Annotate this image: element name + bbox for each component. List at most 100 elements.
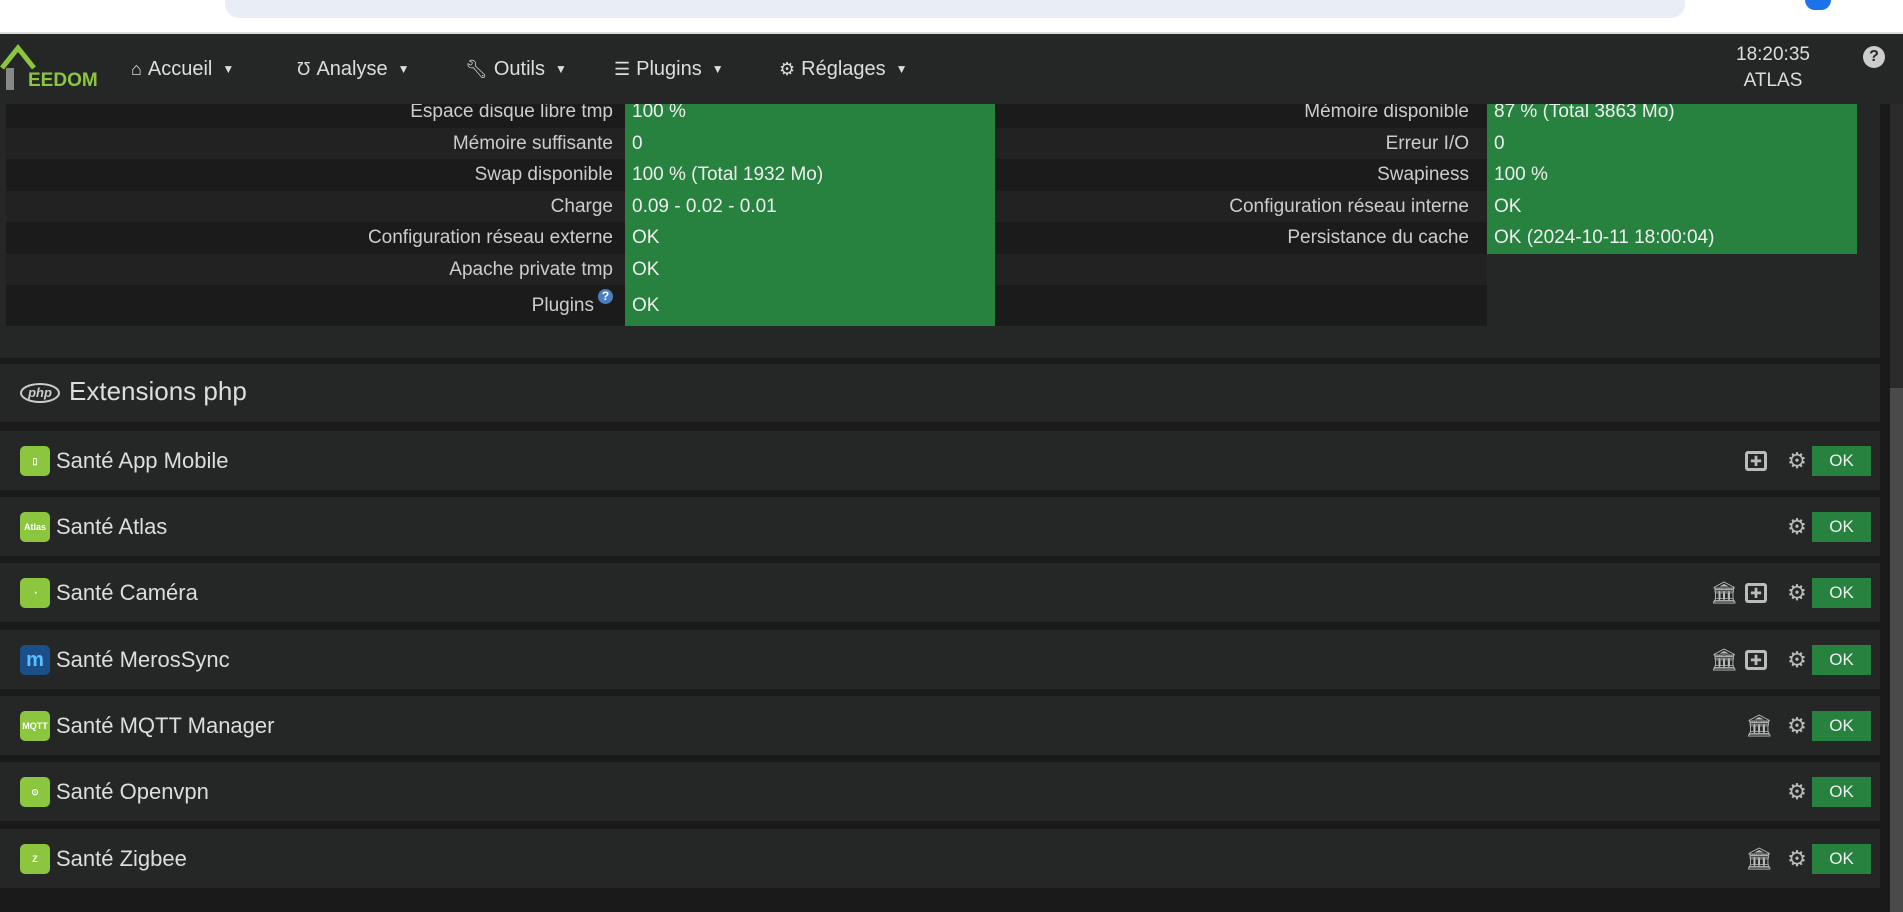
plugin-name: Santé Openvpn	[56, 779, 209, 804]
php-icon: php	[20, 383, 60, 403]
medkit-icon[interactable]: ✚	[1745, 451, 1767, 471]
caret-down-icon: ▼	[222, 62, 235, 76]
status-badge: OK	[1812, 844, 1871, 874]
health-row: Apache private tmp OK	[6, 253, 1487, 285]
tasks-icon: ☰	[614, 58, 631, 79]
medkit-icon[interactable]: ✚	[1745, 650, 1767, 670]
plugin-icon: Z	[20, 844, 50, 874]
bank-icon[interactable]: 🏛︎	[1745, 846, 1773, 872]
health-row: Plugins? OK	[6, 285, 1487, 326]
plugin-icon: MQTT	[20, 711, 50, 741]
health-value: OK	[625, 253, 995, 285]
hostname: ATLAS	[1743, 70, 1803, 91]
health-value: 0.09 - 0.02 - 0.01	[625, 190, 995, 222]
menu-label: Accueil	[147, 57, 213, 80]
plugin-row: Atlas Santé Atlas ⚙ OK	[0, 497, 1880, 556]
scrollbar-thumb[interactable]	[1890, 388, 1903, 912]
wrench-icon: 🔧︎	[465, 58, 488, 79]
caret-down-icon: ▼	[895, 62, 908, 76]
bank-icon[interactable]: 🏛︎	[1745, 713, 1773, 739]
menu-label: Outils	[493, 57, 545, 80]
menu-reglages[interactable]: ⚙ Réglages ▼	[779, 34, 908, 104]
status-badge: OK	[1812, 446, 1871, 476]
menu-accueil[interactable]: ⌂ Accueil ▼	[131, 34, 234, 104]
menu-label: Analyse	[316, 57, 388, 80]
health-row: Swapiness 100 %	[995, 159, 1857, 191]
home-icon: ⌂	[131, 58, 142, 79]
status-badge: OK	[1812, 711, 1871, 741]
health-value: 100 % (Total 1932 Mo)	[625, 159, 995, 191]
plugin-icon: ⊙	[20, 777, 50, 807]
plugin-name: Santé MerosSync	[56, 647, 230, 672]
health-label: Persistance du cache	[1287, 227, 1469, 248]
health-label: Erreur I/O	[1385, 132, 1469, 154]
plugin-name: Santé MQTT Manager	[56, 713, 275, 738]
health-label: Plugins?	[6, 285, 613, 326]
plugin-row: ◔ Santé Caméra ⚙ ✚ 🏛︎ OK	[0, 563, 1880, 622]
caret-down-icon: ▼	[397, 62, 410, 76]
gears-icon[interactable]: ⚙	[1784, 514, 1810, 540]
health-value: OK	[625, 285, 995, 326]
top-navbar: EEDOM ⌂ Accueil ▼ Ʊ Analyse ▼ 🔧︎ Outils ▼ ☰ Plu…	[0, 34, 1903, 104]
plugin-name: Santé Zigbee	[56, 846, 187, 871]
health-label: Configuration réseau interne	[1229, 195, 1469, 217]
health-value: OK (2024-10-11 18:00:04)	[1487, 222, 1857, 254]
plugin-icon: Atlas	[20, 512, 50, 542]
jeedom-logo[interactable]: EEDOM	[0, 42, 100, 94]
plugin-row: MQTT Santé MQTT Manager ⚙ 🏛︎ OK	[0, 696, 1880, 755]
health-value: OK	[625, 222, 995, 254]
health-row: Erreur I/O 0	[995, 127, 1857, 159]
plugin-icon: ▯	[20, 446, 50, 476]
bank-icon[interactable]: 🏛︎	[1710, 647, 1738, 673]
menu-analyse[interactable]: Ʊ Analyse ▼	[297, 34, 410, 104]
gears-icon[interactable]: ⚙	[1784, 779, 1810, 805]
health-label: Mémoire suffisante	[452, 132, 613, 154]
profile-avatar[interactable]	[1805, 0, 1831, 10]
menu-outils[interactable]: 🔧︎ Outils ▼	[465, 34, 567, 104]
caret-down-icon: ▼	[711, 62, 724, 76]
question-circle-icon[interactable]: ?	[598, 289, 613, 304]
status-badge: OK	[1812, 578, 1871, 608]
gears-icon[interactable]: ⚙	[1784, 580, 1810, 606]
clock: 18:20:35 ATLAS	[1720, 42, 1826, 94]
health-label: Charge	[550, 195, 613, 217]
health-row: Persistance du cache OK (2024-10-11 18:00…	[995, 222, 1857, 254]
health-label: Apache private tmp	[449, 258, 613, 280]
plugin-row: ⊙ Santé Openvpn ⚙ OK	[0, 762, 1880, 821]
caret-down-icon: ▼	[554, 62, 567, 76]
cog-icon: ⚙	[779, 58, 796, 79]
bank-icon[interactable]: 🏛︎	[1710, 580, 1738, 606]
plugin-icon: m	[20, 645, 50, 675]
extensions-php-header: php Extensions php	[0, 364, 1880, 422]
menu-plugins[interactable]: ☰ Plugins ▼	[614, 34, 724, 104]
gears-icon[interactable]: ⚙	[1784, 713, 1810, 739]
plugin-name: Santé Atlas	[56, 514, 168, 539]
plugin-icon: ◔	[20, 578, 50, 608]
address-bar[interactable]	[225, 0, 1685, 18]
health-value: 0	[1487, 127, 1857, 159]
plugin-row: ▯ Santé App Mobile ⚙ ✚ OK	[0, 431, 1880, 490]
health-value: 100 %	[1487, 159, 1857, 191]
menu-label: Plugins	[636, 57, 702, 80]
stethoscope-icon: Ʊ	[297, 58, 311, 79]
section-title: Extensions php	[69, 376, 247, 406]
menu-label: Réglages	[801, 57, 886, 80]
gears-icon[interactable]: ⚙	[1784, 846, 1810, 872]
status-badge: OK	[1812, 512, 1871, 542]
health-label: Swapiness	[1377, 164, 1469, 185]
status-badge: OK	[1812, 645, 1871, 675]
help-icon[interactable]: ?	[1863, 46, 1885, 68]
health-value: 0	[625, 127, 995, 159]
plugin-name: Santé App Mobile	[56, 448, 229, 473]
plugin-row: Z Santé Zigbee ⚙ 🏛︎ OK	[0, 829, 1880, 888]
health-row: Configuration réseau interne OK	[995, 190, 1857, 222]
medkit-icon[interactable]: ✚	[1745, 583, 1767, 603]
time: 18:20:35	[1736, 44, 1810, 65]
browser-chrome	[0, 0, 1903, 34]
plugin-row: m Santé MerosSync ⚙ ✚ 🏛︎ OK	[0, 630, 1880, 689]
gears-icon[interactable]: ⚙	[1784, 647, 1810, 673]
plugin-name: Santé Caméra	[56, 580, 198, 605]
health-label: Configuration réseau externe	[367, 227, 613, 248]
health-label: Swap disponible	[474, 164, 613, 185]
gears-icon[interactable]: ⚙	[1784, 448, 1810, 474]
